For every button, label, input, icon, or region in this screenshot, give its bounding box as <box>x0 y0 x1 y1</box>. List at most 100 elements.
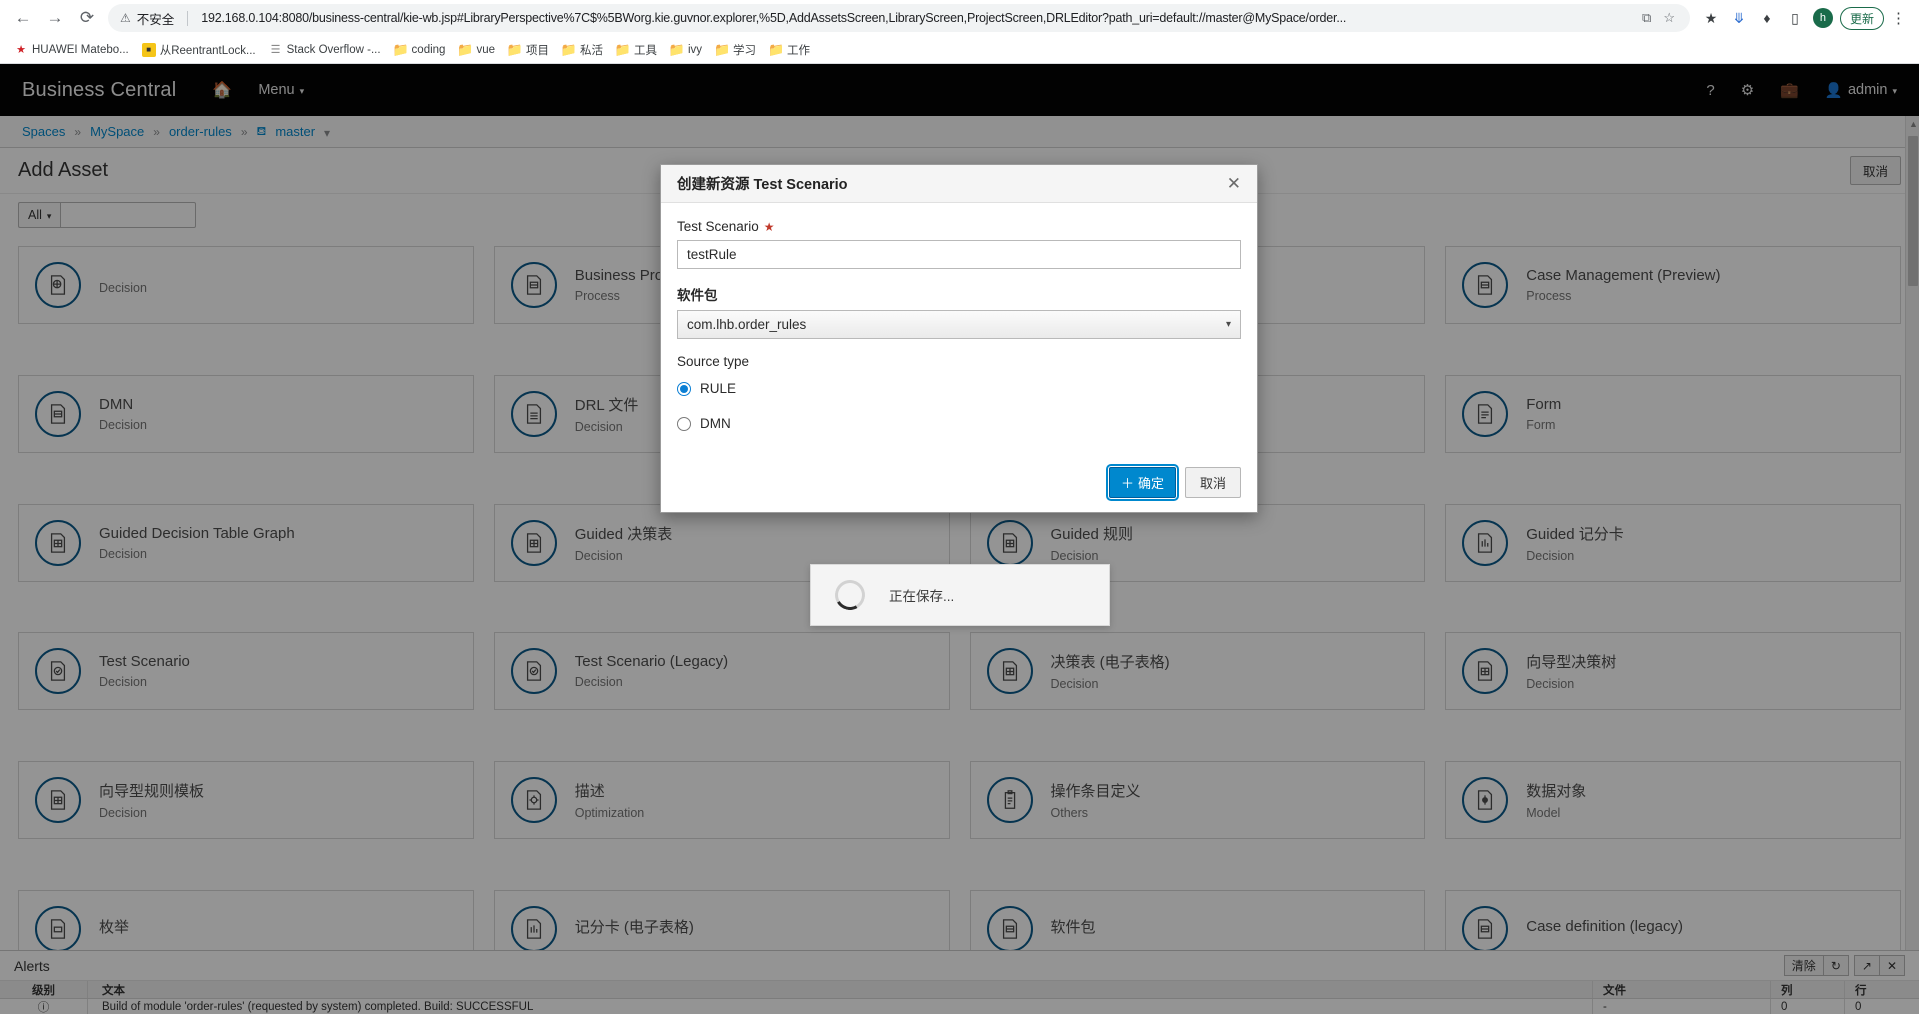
gear-icon[interactable]: ⚙ <box>1741 81 1754 99</box>
warning-triangle-icon: ⚠ <box>120 11 131 25</box>
source-type-option-rule[interactable]: RULE <box>677 381 1241 396</box>
cancel-button[interactable]: 取消 <box>1185 467 1241 498</box>
required-marker-icon: ★ <box>764 220 775 234</box>
bookmark-folder[interactable]: 📁 coding <box>388 40 452 60</box>
user-label: admin <box>1848 82 1888 98</box>
asset-card[interactable]: Form Form <box>1445 375 1901 453</box>
modal-footer: ＋ 确定 取消 <box>661 457 1257 512</box>
refresh-icon[interactable]: ↻ <box>1823 955 1849 976</box>
asset-card[interactable]: Test Scenario Decision <box>18 632 474 710</box>
chevron-down-icon[interactable]: ▾ <box>324 126 330 140</box>
question-mark-icon[interactable]: ? <box>1706 82 1714 99</box>
extension-star-filled-icon[interactable]: ★ <box>1698 5 1724 31</box>
asset-card-subtitle: Decision <box>1051 677 1170 691</box>
chevron-down-icon: ▾ <box>300 86 305 97</box>
share-icon[interactable]: ⧉ <box>1639 10 1654 26</box>
asset-card[interactable]: Test Scenario (Legacy) Decision <box>494 632 950 710</box>
menu-dropdown[interactable]: Menu ▾ <box>258 82 304 98</box>
back-arrow-icon[interactable]: ← <box>8 3 38 33</box>
expand-diagonal-icon[interactable]: ↗ <box>1854 955 1880 976</box>
chevron-down-icon: ▾ <box>1892 86 1897 97</box>
address-bar[interactable]: ⚠ 不安全 192.168.0.104:8080/business-centra… <box>108 4 1690 32</box>
breadcrumb-item-spaces[interactable]: Spaces <box>22 124 65 139</box>
asset-card[interactable]: DMN Decision <box>18 375 474 453</box>
asset-card[interactable]: 向导型决策树 Decision <box>1445 632 1901 710</box>
asset-card[interactable]: Case Management (Preview) Process <box>1445 246 1901 324</box>
asset-card-text: Form Form <box>1526 396 1561 432</box>
bookmark-folder[interactable]: 📁 vue <box>452 40 501 60</box>
alert-file: - <box>1593 999 1771 1014</box>
breadcrumb-item-myspace[interactable]: MySpace <box>90 124 144 139</box>
process-doc-icon <box>1462 262 1508 308</box>
alerts-title: Alerts <box>14 958 50 974</box>
asset-card[interactable]: Decision <box>18 246 474 324</box>
reload-icon[interactable]: ⟳ <box>72 3 102 33</box>
radio-button-icon[interactable] <box>677 417 691 431</box>
close-icon[interactable]: ✕ <box>1879 955 1905 976</box>
package-selected-value: com.lhb.order_rules <box>687 317 806 332</box>
bookmark-folder[interactable]: 📁 学习 <box>709 39 762 61</box>
asset-card[interactable]: Guided Decision Table Graph Decision <box>18 504 474 582</box>
breadcrumb-separator: » <box>153 125 160 139</box>
ok-button[interactable]: ＋ 确定 <box>1109 467 1176 498</box>
filter-type-select[interactable]: All ▾ <box>18 202 60 228</box>
branch-selector[interactable]: master <box>275 124 315 139</box>
asset-card-title: DRL 文件 <box>575 394 639 415</box>
asset-card[interactable]: 决策表 (电子表格) Decision <box>970 632 1426 710</box>
update-button[interactable]: 更新 <box>1840 7 1884 30</box>
cancel-button-top[interactable]: 取消 <box>1850 156 1901 185</box>
source-type-option-dmn[interactable]: DMN <box>677 416 1241 431</box>
bookmark-item[interactable]: ■ 从ReentrantLock... <box>136 39 262 61</box>
scrollbar-thumb[interactable] <box>1908 136 1918 286</box>
kebab-menu-icon[interactable]: ⋮ <box>1886 9 1911 27</box>
toolbox-icon[interactable]: 💼 <box>1780 81 1799 99</box>
breadcrumb-item-order-rules[interactable]: order-rules <box>169 124 232 139</box>
folder-icon: 📁 <box>394 43 408 57</box>
asset-card-subtitle: Decision <box>99 806 204 820</box>
package-doc-icon <box>987 906 1033 952</box>
clear-alerts-button[interactable]: 清除 <box>1784 955 1824 976</box>
extensions-puzzle-icon[interactable]: ♦ <box>1754 5 1780 31</box>
browser-nav-bar: ← → ⟳ ⚠ 不安全 192.168.0.104:8080/business-… <box>0 0 1919 36</box>
asset-card-title: 枚举 <box>99 916 129 937</box>
asset-card[interactable]: 描述 Optimization <box>494 761 950 839</box>
bookmark-folder[interactable]: 📁 项目 <box>502 39 555 61</box>
asset-card-text: Guided Decision Table Graph Decision <box>99 525 295 561</box>
search-input[interactable] <box>60 202 196 228</box>
extension-double-chevron-down-icon[interactable]: ⤋ <box>1726 5 1752 31</box>
breadcrumb-separator: » <box>241 125 248 139</box>
asset-card[interactable]: 向导型规则模板 Decision <box>18 761 474 839</box>
scroll-up-arrow-icon[interactable]: ▲ <box>1909 119 1918 129</box>
bookmark-item[interactable]: ☰ Stack Overflow -... <box>263 40 387 60</box>
folder-icon: 📁 <box>508 43 522 57</box>
bookmark-folder[interactable]: 📁 工具 <box>610 39 663 61</box>
home-icon[interactable]: 🏠 <box>212 80 232 100</box>
bookmark-folder[interactable]: 📁 工作 <box>763 39 816 61</box>
asset-card[interactable]: 数据对象 Model <box>1445 761 1901 839</box>
asset-card[interactable]: Guided 记分卡 Decision <box>1445 504 1901 582</box>
bookmark-star-icon[interactable]: ☆ <box>1660 10 1678 26</box>
bookmark-folder[interactable]: 📁 ivy <box>664 40 708 60</box>
table-doc-icon <box>511 520 557 566</box>
bookmark-item[interactable]: ★ HUAWEI Matebo... <box>8 40 135 60</box>
close-icon[interactable]: ✕ <box>1227 175 1241 192</box>
forward-arrow-icon[interactable]: → <box>40 3 70 33</box>
asset-card-subtitle: Model <box>1526 806 1586 820</box>
asset-card-title: DMN <box>99 396 147 413</box>
radio-button-icon[interactable] <box>677 382 691 396</box>
asset-card-text: 软件包 <box>1051 916 1096 942</box>
asset-card-title: 向导型决策树 <box>1526 651 1616 672</box>
folder-icon: 📁 <box>616 43 630 57</box>
user-menu[interactable]: 👤 admin ▾ <box>1825 82 1897 99</box>
table-row[interactable]: ⓘ Build of module 'order-rules' (request… <box>0 999 1919 1014</box>
bookmark-folder[interactable]: 📁 私活 <box>556 39 609 61</box>
asset-card[interactable]: 操作条目定义 Others <box>970 761 1426 839</box>
asset-card-title: Case Management (Preview) <box>1526 267 1720 284</box>
page-scrollbar[interactable]: ▲ ▼ <box>1905 116 1919 971</box>
bookmarks-bar: ★ HUAWEI Matebo... ■ 从ReentrantLock... ☰… <box>0 36 1919 64</box>
package-select[interactable]: com.lhb.order_rules ▾ <box>677 310 1241 339</box>
device-tablet-icon[interactable]: ▯ <box>1782 5 1808 31</box>
asset-name-input[interactable] <box>677 240 1241 269</box>
profile-avatar[interactable]: h <box>1813 8 1833 28</box>
clipboard-doc-icon <box>987 777 1033 823</box>
